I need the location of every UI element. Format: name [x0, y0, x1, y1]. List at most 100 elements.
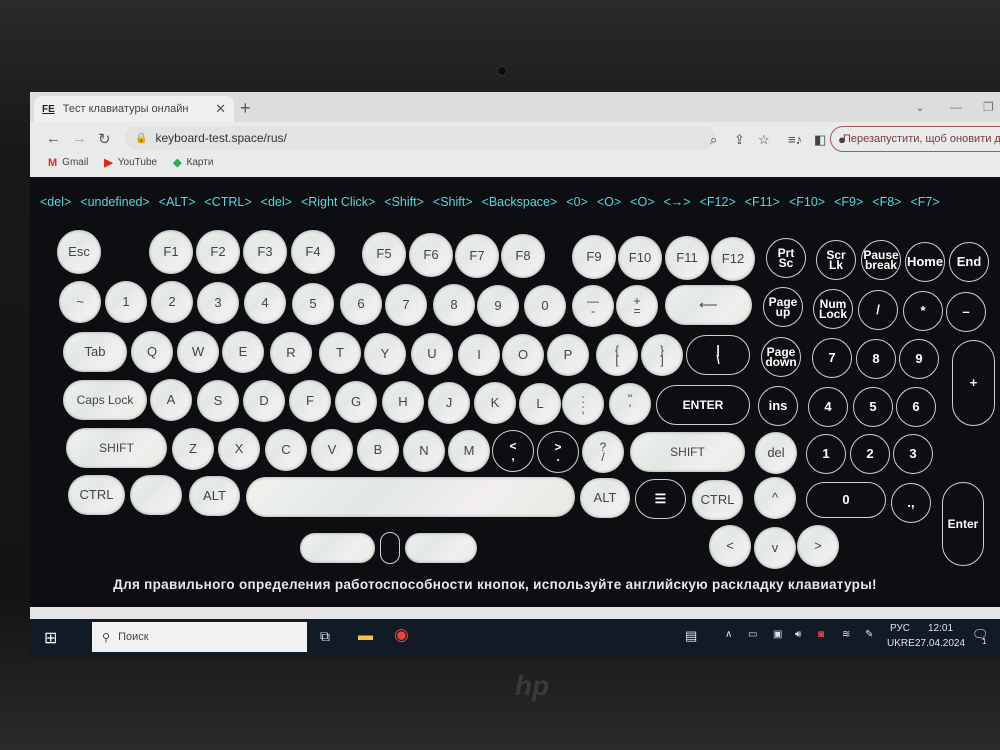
wifi-icon[interactable]: ≋: [842, 629, 850, 640]
key-s[interactable]: S: [197, 380, 239, 422]
key-w[interactable]: W: [177, 331, 219, 373]
key-6[interactable]: 6: [896, 387, 936, 427]
key-⟵[interactable]: ⟵: [665, 285, 752, 325]
key-m[interactable]: M: [448, 430, 490, 472]
key-f[interactable]: F: [289, 380, 331, 422]
key-9[interactable]: 9: [899, 339, 939, 379]
key-f11[interactable]: F11: [665, 236, 709, 280]
tab-search-chevron-icon[interactable]: ⌄: [915, 100, 925, 114]
key-8[interactable]: 8: [433, 284, 475, 326]
key-f7[interactable]: F7: [455, 234, 499, 278]
key-ctrl[interactable]: CTRL: [68, 475, 125, 515]
clock-time[interactable]: 12:01: [928, 623, 953, 634]
key-0[interactable]: 0: [524, 285, 566, 327]
key-{-[[interactable]: { [: [596, 334, 638, 376]
key-f6[interactable]: F6: [409, 233, 453, 277]
key-3[interactable]: 3: [197, 282, 239, 324]
key-4[interactable]: 4: [808, 387, 848, 427]
minimize-icon[interactable]: —: [950, 100, 962, 114]
screen-record-icon[interactable]: ◙: [818, 629, 824, 640]
bookmark-star-icon[interactable]: ☆: [758, 132, 770, 148]
key-:-;[interactable]: : ;: [562, 383, 604, 425]
key-7[interactable]: 7: [385, 284, 427, 326]
key-v[interactable]: V: [311, 429, 353, 471]
key-l[interactable]: L: [519, 383, 561, 425]
restart-to-update-button[interactable]: Перезапустити, щоб оновити да: [830, 126, 1000, 152]
key-shift[interactable]: SHIFT: [66, 428, 167, 468]
horizontal-scrollbar[interactable]: [30, 607, 1000, 619]
clock-date[interactable]: 27.04.2024: [915, 638, 965, 649]
key-g[interactable]: G: [335, 381, 377, 423]
key-prt-sc[interactable]: Prt Sc: [766, 238, 806, 278]
key-?-/[interactable]: ? /: [582, 431, 624, 473]
key-^[interactable]: ^: [754, 477, 796, 519]
key-1[interactable]: 1: [105, 281, 147, 323]
key-☰[interactable]: ☰: [635, 479, 686, 519]
key-4[interactable]: 4: [244, 282, 286, 324]
key-~[interactable]: ~: [59, 281, 101, 323]
key-page-down[interactable]: Page down: [761, 337, 801, 377]
side-panel-icon[interactable]: ◧: [814, 132, 826, 148]
key-blank[interactable]: [300, 533, 375, 563]
key-h[interactable]: H: [382, 381, 424, 423]
key-caps-lock[interactable]: Caps Lock: [63, 380, 147, 420]
key-e[interactable]: E: [222, 331, 264, 373]
key-f5[interactable]: F5: [362, 232, 406, 276]
key-d[interactable]: D: [243, 380, 285, 422]
key-1[interactable]: 1: [806, 434, 846, 474]
browser-tab[interactable]: FE Тест клавиатуры онлайн ✕: [34, 96, 234, 122]
key-o[interactable]: O: [502, 334, 544, 376]
show-hidden-icons-chevron[interactable]: ∧: [725, 629, 732, 640]
key-*[interactable]: *: [903, 291, 943, 331]
key-5[interactable]: 5: [853, 387, 893, 427]
key-blank[interactable]: [380, 532, 400, 564]
key-ctrl[interactable]: CTRL: [692, 480, 743, 520]
key-q[interactable]: Q: [131, 331, 173, 373]
news-widget-icon[interactable]: ▤: [685, 628, 697, 644]
keyboard-layout-indicator[interactable]: UKRE: [887, 638, 915, 649]
back-icon[interactable]: ←: [46, 130, 61, 147]
key-5[interactable]: 5: [292, 283, 334, 325]
key-scr-lk[interactable]: Scr Lk: [816, 240, 856, 280]
key-+[interactable]: +: [952, 340, 995, 426]
key-r[interactable]: R: [270, 332, 312, 374]
key-k[interactable]: K: [474, 382, 516, 424]
media-control-icon[interactable]: ≡♪: [788, 132, 802, 147]
key-2[interactable]: 2: [151, 281, 193, 323]
battery-icon[interactable]: ▭: [748, 629, 757, 640]
bookmark-youtube[interactable]: ▶ YouTube: [104, 156, 157, 169]
key-p[interactable]: P: [547, 334, 589, 376]
key-blank[interactable]: [130, 475, 182, 515]
key-f4[interactable]: F4: [291, 230, 335, 274]
key-num-lock[interactable]: Num Lock: [813, 289, 853, 329]
key-f9[interactable]: F9: [572, 235, 616, 279]
key-c[interactable]: C: [265, 429, 307, 471]
key-7[interactable]: 7: [812, 338, 852, 378]
key-–[interactable]: –: [946, 292, 986, 332]
key-+-=[interactable]: + =: [616, 285, 658, 327]
key-f12[interactable]: F12: [711, 237, 755, 281]
key-alt[interactable]: ALT: [580, 478, 630, 518]
key-u[interactable]: U: [411, 333, 453, 375]
meet-now-icon[interactable]: ▣: [773, 629, 782, 640]
forward-icon[interactable]: →: [72, 130, 87, 147]
key-f2[interactable]: F2: [196, 230, 240, 274]
key-page-up[interactable]: Page up: [763, 287, 803, 327]
bookmark-gmail[interactable]: M Gmail: [48, 156, 88, 169]
key-}-][interactable]: } ]: [641, 334, 683, 376]
new-tab-button[interactable]: +: [240, 98, 251, 119]
volume-icon[interactable]: 🔊︎: [795, 629, 801, 640]
key-f10[interactable]: F10: [618, 236, 662, 280]
key-f1[interactable]: F1: [149, 230, 193, 274]
key-end[interactable]: End: [949, 242, 989, 282]
key-y[interactable]: Y: [364, 333, 406, 375]
windows-start-icon[interactable]: ⊞: [44, 628, 57, 648]
key-"-'[interactable]: " ': [609, 383, 651, 425]
key-pause-break[interactable]: Pause break: [861, 240, 901, 280]
taskbar-search[interactable]: ⚲ Поиск: [92, 622, 307, 652]
key-blank[interactable]: [405, 533, 477, 563]
key-i[interactable]: I: [458, 334, 500, 376]
key-/[interactable]: /: [858, 290, 898, 330]
address-bar[interactable]: 🔒 keyboard-test.space/rus/: [125, 126, 715, 150]
key-6[interactable]: 6: [340, 283, 382, 325]
